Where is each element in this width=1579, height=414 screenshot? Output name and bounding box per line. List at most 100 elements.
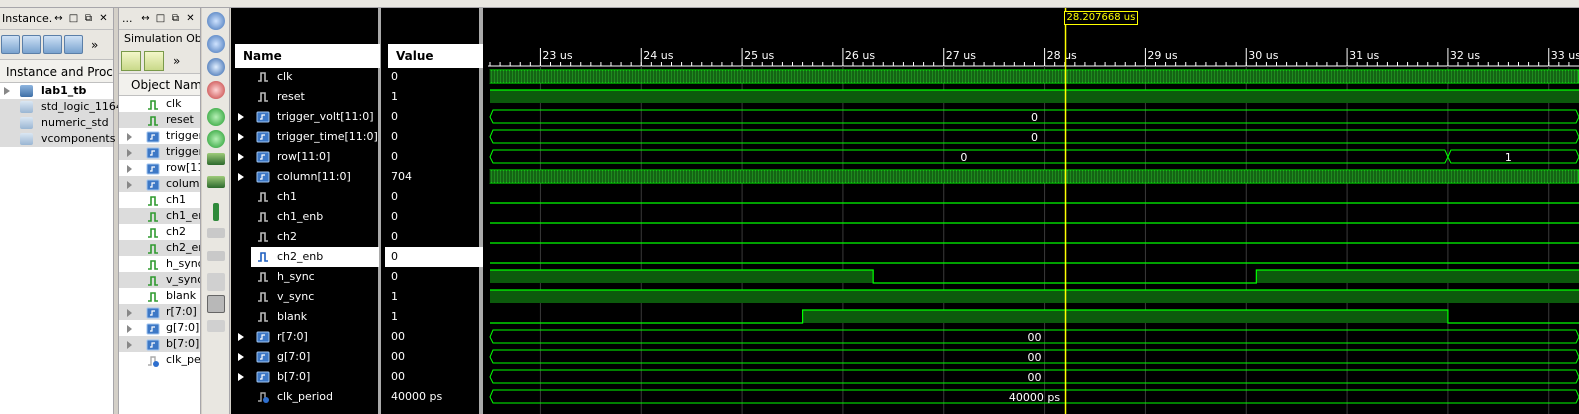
- maximize-panel-icon[interactable]: □: [155, 13, 166, 24]
- value-column-header[interactable]: Value: [388, 44, 483, 68]
- object-list-item[interactable]: clk_pe: [119, 352, 200, 368]
- waveform-trace[interactable]: [490, 289, 1579, 303]
- expand-arrow-icon[interactable]: [238, 333, 244, 341]
- zoom-cursor-icon[interactable]: [207, 81, 225, 99]
- expand-arrow-icon[interactable]: [127, 149, 132, 157]
- signal-name-row[interactable]: b[7:0]: [231, 367, 379, 387]
- instance-tree-item[interactable]: lab1_tb: [0, 83, 113, 99]
- objects-panel-tab[interactable]: ...: [122, 12, 140, 25]
- object-list-item[interactable]: trigger: [119, 144, 200, 160]
- waveform-trace[interactable]: 01: [489, 149, 1579, 164]
- waveform-trace[interactable]: 00: [489, 349, 1579, 364]
- object-list-item[interactable]: ch1: [119, 192, 200, 208]
- object-list-item[interactable]: row[11: [119, 160, 200, 176]
- expand-arrow-icon[interactable]: [238, 133, 244, 141]
- signal-name-row[interactable]: ch2_enb: [251, 247, 379, 267]
- name-column-header[interactable]: Name: [235, 44, 380, 68]
- waveform-plot[interactable]: 23 us 24 us 25 us 26 us 27 us 28 us 29 us 30 us…: [488, 8, 1579, 414]
- expand-arrow-icon[interactable]: [127, 341, 132, 349]
- zoom-in-icon[interactable]: [207, 12, 225, 30]
- waveform-trace[interactable]: [490, 309, 1579, 324]
- signal-name-row[interactable]: g[7:0]: [231, 347, 379, 367]
- instance-column-header[interactable]: Instance and Process: [0, 60, 113, 83]
- signal-name-row[interactable]: ch1: [231, 187, 379, 207]
- restore-panel-icon[interactable]: ⧉: [170, 13, 181, 24]
- expand-arrow-icon[interactable]: [127, 165, 132, 173]
- go-to-end-icon[interactable]: [207, 130, 225, 148]
- expand-arrow-icon[interactable]: [4, 87, 10, 95]
- process-view-icon[interactable]: [43, 35, 62, 54]
- next-marker-icon[interactable]: [207, 251, 225, 261]
- show-outputs-icon[interactable]: [144, 50, 164, 71]
- signal-name-row[interactable]: r[7:0]: [231, 327, 379, 347]
- waveform-trace[interactable]: 00: [489, 329, 1579, 344]
- expand-arrow-icon[interactable]: [127, 309, 132, 317]
- waveform-trace[interactable]: [489, 69, 1579, 84]
- signal-name-row[interactable]: row[11:0]: [231, 147, 379, 167]
- maximize-panel-icon[interactable]: □: [68, 13, 79, 24]
- object-list-item[interactable]: trigger: [119, 128, 200, 144]
- snap-to-transition-icon[interactable]: [207, 295, 225, 313]
- zoom-fit-icon[interactable]: [207, 58, 225, 76]
- close-panel-icon[interactable]: ✕: [185, 13, 196, 24]
- object-list-item[interactable]: v_sync: [119, 272, 200, 288]
- floating-ruler-icon[interactable]: [207, 320, 225, 332]
- expand-arrow-icon[interactable]: [238, 373, 244, 381]
- next-transition-icon[interactable]: [207, 176, 225, 188]
- hierarchy-view-icon[interactable]: [1, 35, 20, 54]
- add-marker-icon[interactable]: [213, 203, 219, 221]
- library-view-icon[interactable]: [64, 35, 83, 54]
- expand-arrow-icon[interactable]: [238, 173, 244, 181]
- object-name-column-header[interactable]: Object Name: [119, 74, 200, 96]
- swap-cursors-icon[interactable]: [207, 273, 225, 291]
- object-list-item[interactable]: ch2_er: [119, 240, 200, 256]
- close-panel-icon[interactable]: ✕: [98, 13, 109, 24]
- waveform-trace[interactable]: 0: [489, 109, 1579, 124]
- time-ruler[interactable]: 23 us 24 us 25 us 26 us 27 us 28 us 29 us 30 us…: [488, 48, 1579, 67]
- object-list-item[interactable]: r[7:0]: [119, 304, 200, 320]
- cursor-time-label[interactable]: 28.207668 us: [1063, 11, 1139, 25]
- toolbar-overflow-button[interactable]: »: [173, 54, 180, 68]
- go-to-start-icon[interactable]: [207, 108, 225, 126]
- waveform-trace[interactable]: [490, 89, 1579, 103]
- object-list-item[interactable]: clk: [119, 96, 200, 112]
- float-panel-icon[interactable]: ↔: [53, 13, 64, 24]
- expand-arrow-icon[interactable]: [127, 181, 132, 189]
- signal-name-row[interactable]: v_sync: [231, 287, 379, 307]
- float-panel-icon[interactable]: ↔: [140, 13, 151, 24]
- waveform-trace[interactable]: 00: [489, 369, 1579, 384]
- object-list-item[interactable]: ch2: [119, 224, 200, 240]
- object-list-item[interactable]: colum: [119, 176, 200, 192]
- object-list-item[interactable]: b[7:0]: [119, 336, 200, 352]
- restore-panel-icon[interactable]: ⧉: [83, 13, 94, 24]
- expand-arrow-icon[interactable]: [238, 113, 244, 121]
- waveform-trace[interactable]: [489, 169, 1579, 184]
- instance-tree-item[interactable]: numeric_std: [0, 115, 113, 131]
- expand-arrow-icon[interactable]: [127, 325, 132, 333]
- instance-tree-item[interactable]: vcomponents: [0, 131, 115, 147]
- signal-name-row[interactable]: clk_period: [231, 387, 379, 407]
- zoom-out-icon[interactable]: [207, 35, 225, 53]
- previous-marker-icon[interactable]: [207, 228, 225, 238]
- signal-name-row[interactable]: blank: [231, 307, 379, 327]
- object-list-item[interactable]: reset: [119, 112, 200, 128]
- object-list-item[interactable]: g[7:0]: [119, 320, 200, 336]
- object-list-item[interactable]: blank: [119, 288, 200, 304]
- expand-arrow-icon[interactable]: [238, 353, 244, 361]
- package-view-icon[interactable]: [22, 35, 41, 54]
- waveform-trace[interactable]: 0: [489, 129, 1579, 144]
- object-list-item[interactable]: ch1_er: [119, 208, 200, 224]
- object-list-item[interactable]: h_sync: [119, 256, 200, 272]
- signal-name-row[interactable]: trigger_volt[11:0]: [231, 107, 379, 127]
- waveform-canvas[interactable]: 23 us 24 us 25 us 26 us 27 us 28 us 29 us 30 us…: [488, 8, 1579, 414]
- previous-transition-icon[interactable]: [207, 153, 225, 165]
- signal-name-row[interactable]: ch1_enb: [231, 207, 379, 227]
- show-inputs-icon[interactable]: [121, 50, 141, 71]
- waveform-trace[interactable]: 40000 ps: [489, 389, 1579, 404]
- expand-arrow-icon[interactable]: [238, 153, 244, 161]
- instance-tree-item[interactable]: std_logic_1164: [0, 99, 123, 115]
- waveform-trace[interactable]: [490, 269, 1579, 284]
- signal-name-row[interactable]: column[11:0]: [231, 167, 379, 187]
- signal-name-row[interactable]: trigger_time[11:0]: [231, 127, 379, 147]
- signal-name-row[interactable]: reset: [231, 87, 379, 107]
